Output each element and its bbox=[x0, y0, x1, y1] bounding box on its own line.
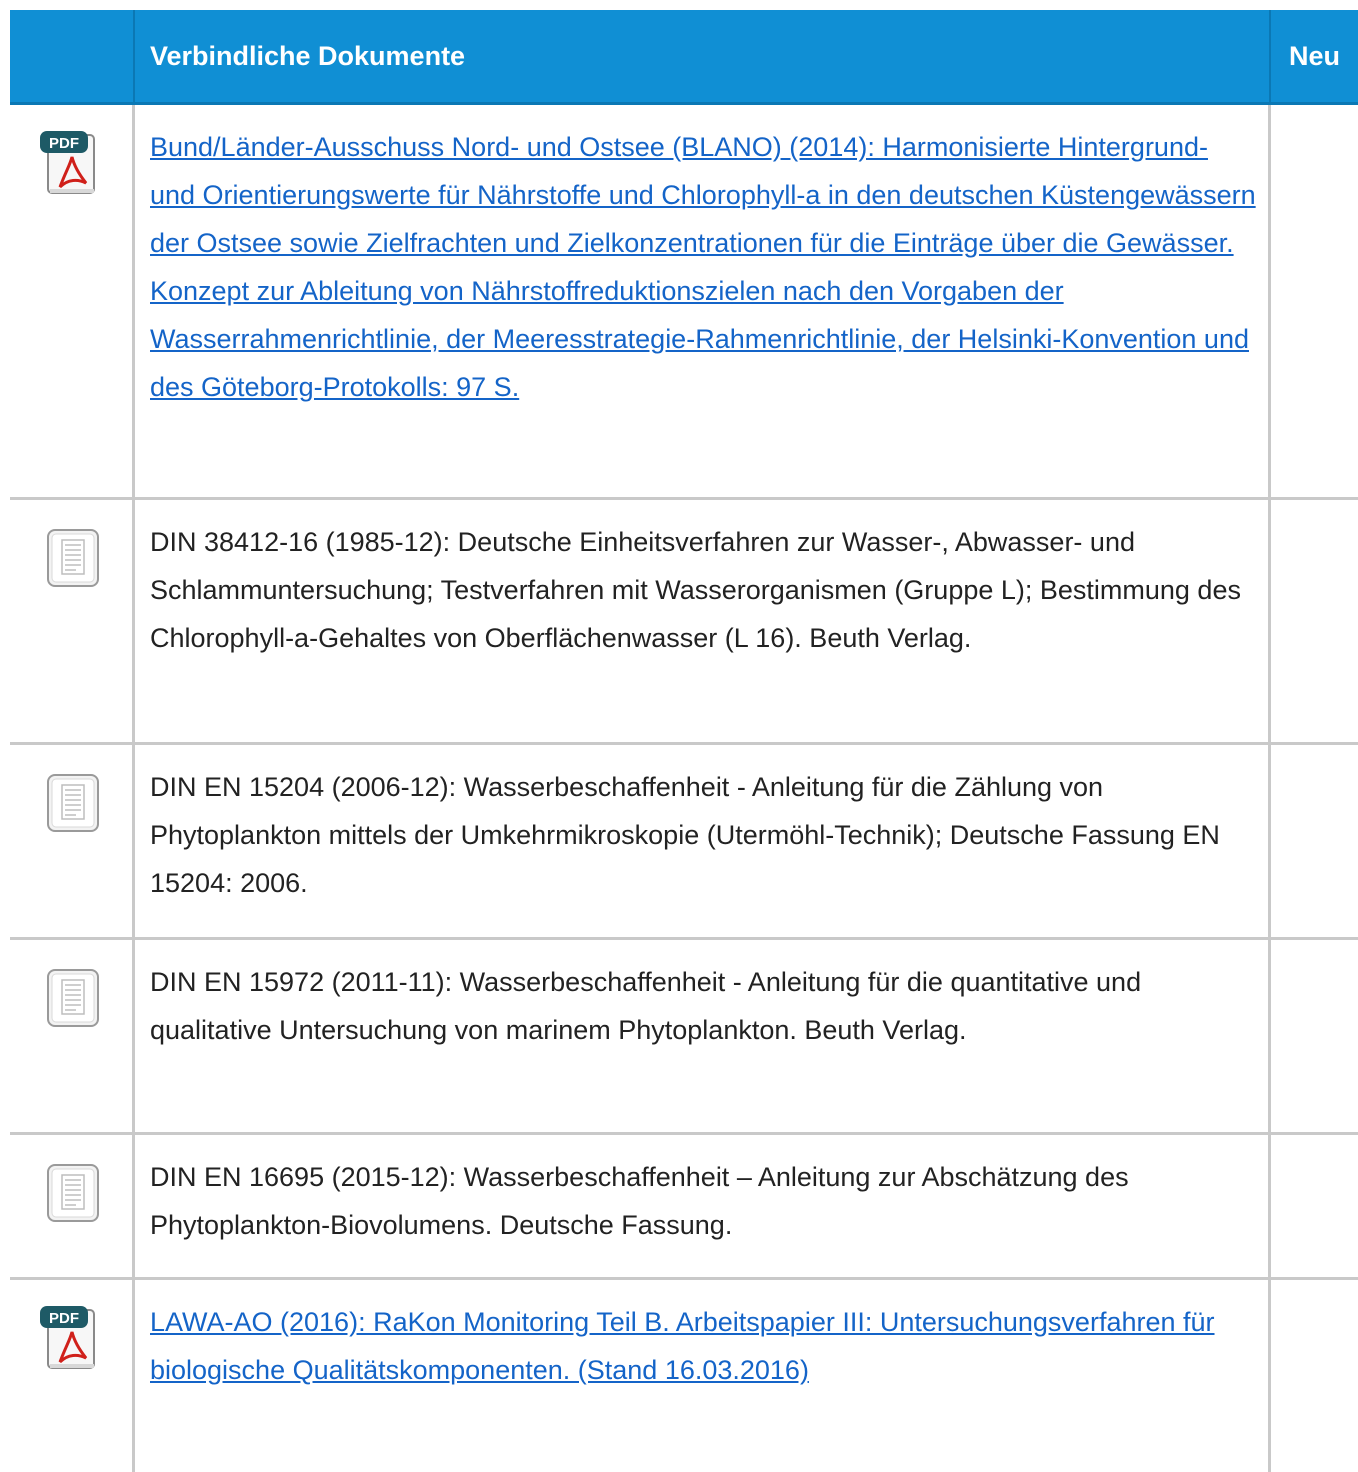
table-row: DIN EN 16695 (2015-12): Wasserbeschaffen… bbox=[10, 1135, 1358, 1280]
new-cell bbox=[1271, 1135, 1358, 1277]
document-cell: DIN EN 15972 (2011-11): Wasserbeschaffen… bbox=[135, 940, 1271, 1132]
document-icon bbox=[36, 964, 106, 1032]
icon-cell bbox=[10, 940, 135, 1132]
pdf-badge-text: PDF bbox=[49, 135, 79, 152]
icon-cell bbox=[10, 500, 135, 742]
new-cell bbox=[1271, 105, 1358, 497]
icon-cell bbox=[10, 1135, 135, 1277]
document-icon bbox=[36, 1159, 106, 1227]
table-row: PDF LAWA-AO (2016): RaKon Monitoring Tei… bbox=[10, 1280, 1358, 1472]
table-row: DIN EN 15972 (2011-11): Wasserbeschaffen… bbox=[10, 940, 1358, 1135]
new-cell bbox=[1271, 940, 1358, 1132]
new-cell bbox=[1271, 745, 1358, 937]
pdf-file-icon[interactable]: PDF bbox=[36, 1304, 106, 1372]
document-cell: Bund/Länder-Ausschuss Nord- und Ostsee (… bbox=[135, 105, 1271, 497]
icon-cell: PDF bbox=[10, 105, 135, 497]
table-row: PDF Bund/Länder-Ausschuss Nord- und Osts… bbox=[10, 105, 1358, 500]
document-link[interactable]: LAWA-AO (2016): RaKon Monitoring Teil B.… bbox=[150, 1307, 1215, 1385]
document-icon bbox=[36, 769, 106, 837]
new-cell bbox=[1271, 500, 1358, 742]
documents-table: Verbindliche Dokumente Neu PDF Bund/Länd… bbox=[10, 10, 1358, 1472]
header-new: Neu bbox=[1289, 40, 1341, 71]
new-cell bbox=[1271, 1280, 1358, 1472]
icon-cell: PDF bbox=[10, 1280, 135, 1472]
document-link[interactable]: Bund/Länder-Ausschuss Nord- und Ostsee (… bbox=[150, 132, 1256, 402]
document-cell: DIN EN 16695 (2015-12): Wasserbeschaffen… bbox=[135, 1135, 1271, 1277]
document-cell: DIN EN 15204 (2006-12): Wasserbeschaffen… bbox=[135, 745, 1271, 937]
header-icon-column bbox=[10, 10, 135, 102]
table-row: DIN EN 15204 (2006-12): Wasserbeschaffen… bbox=[10, 745, 1358, 940]
header-documents: Verbindliche Dokumente bbox=[135, 10, 1271, 102]
pdf-file-icon[interactable]: PDF bbox=[36, 129, 106, 197]
document-cell: DIN 38412-16 (1985-12): Deutsche Einheit… bbox=[135, 500, 1271, 742]
document-cell: LAWA-AO (2016): RaKon Monitoring Teil B.… bbox=[135, 1280, 1271, 1472]
document-icon bbox=[36, 524, 106, 592]
icon-cell bbox=[10, 745, 135, 937]
table-row: DIN 38412-16 (1985-12): Deutsche Einheit… bbox=[10, 500, 1358, 745]
table-header: Verbindliche Dokumente Neu bbox=[10, 10, 1358, 105]
pdf-badge-text: PDF bbox=[49, 1310, 79, 1327]
